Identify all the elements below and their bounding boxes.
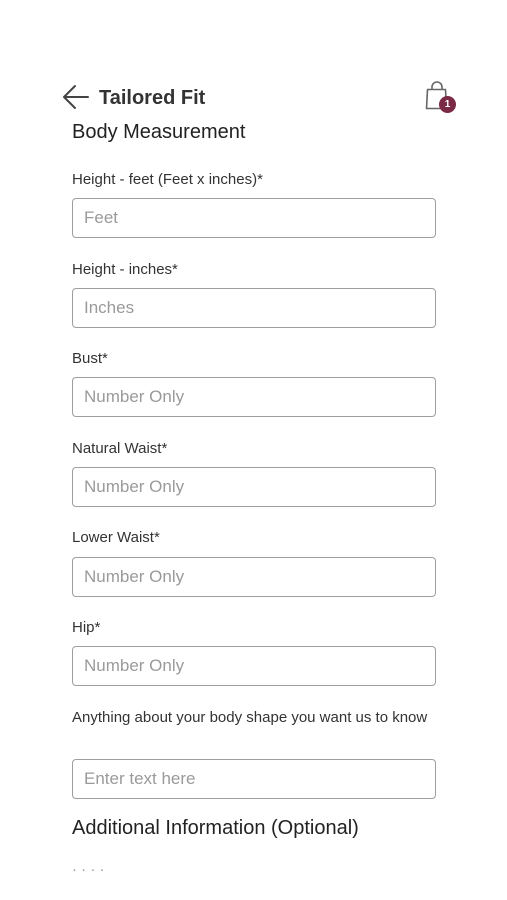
back-button[interactable] — [60, 82, 92, 112]
app-header: Tailored Fit 1 — [60, 80, 456, 116]
lower-waist-input[interactable] — [72, 557, 436, 597]
label-hip: Hip* — [72, 619, 101, 636]
partially-hidden-label: · · · · — [72, 866, 162, 872]
arrow-left-icon — [63, 85, 89, 109]
height-inches-input[interactable] — [72, 288, 436, 328]
bust-input[interactable] — [72, 377, 436, 417]
cart-button[interactable]: 1 — [417, 80, 456, 116]
label-body-shape: Anything about your body shape you want … — [72, 709, 428, 726]
label-natural-waist: Natural Waist* — [72, 440, 168, 457]
label-bust: Bust* — [72, 350, 108, 367]
label-height-feet: Height - feet (Feet x inches)* — [72, 171, 263, 188]
height-feet-input[interactable] — [72, 198, 436, 238]
body-shape-input[interactable] — [72, 759, 436, 799]
natural-waist-input[interactable] — [72, 467, 436, 507]
label-height-inches: Height - inches* — [72, 261, 178, 278]
hip-input[interactable] — [72, 646, 436, 686]
label-lower-waist: Lower Waist* — [72, 529, 160, 546]
page-title: Tailored Fit — [99, 87, 206, 109]
cart-count-badge: 1 — [439, 96, 456, 113]
section-title-additional-info: Additional Information (Optional) — [72, 817, 359, 839]
section-title-body-measurement: Body Measurement — [72, 121, 246, 143]
